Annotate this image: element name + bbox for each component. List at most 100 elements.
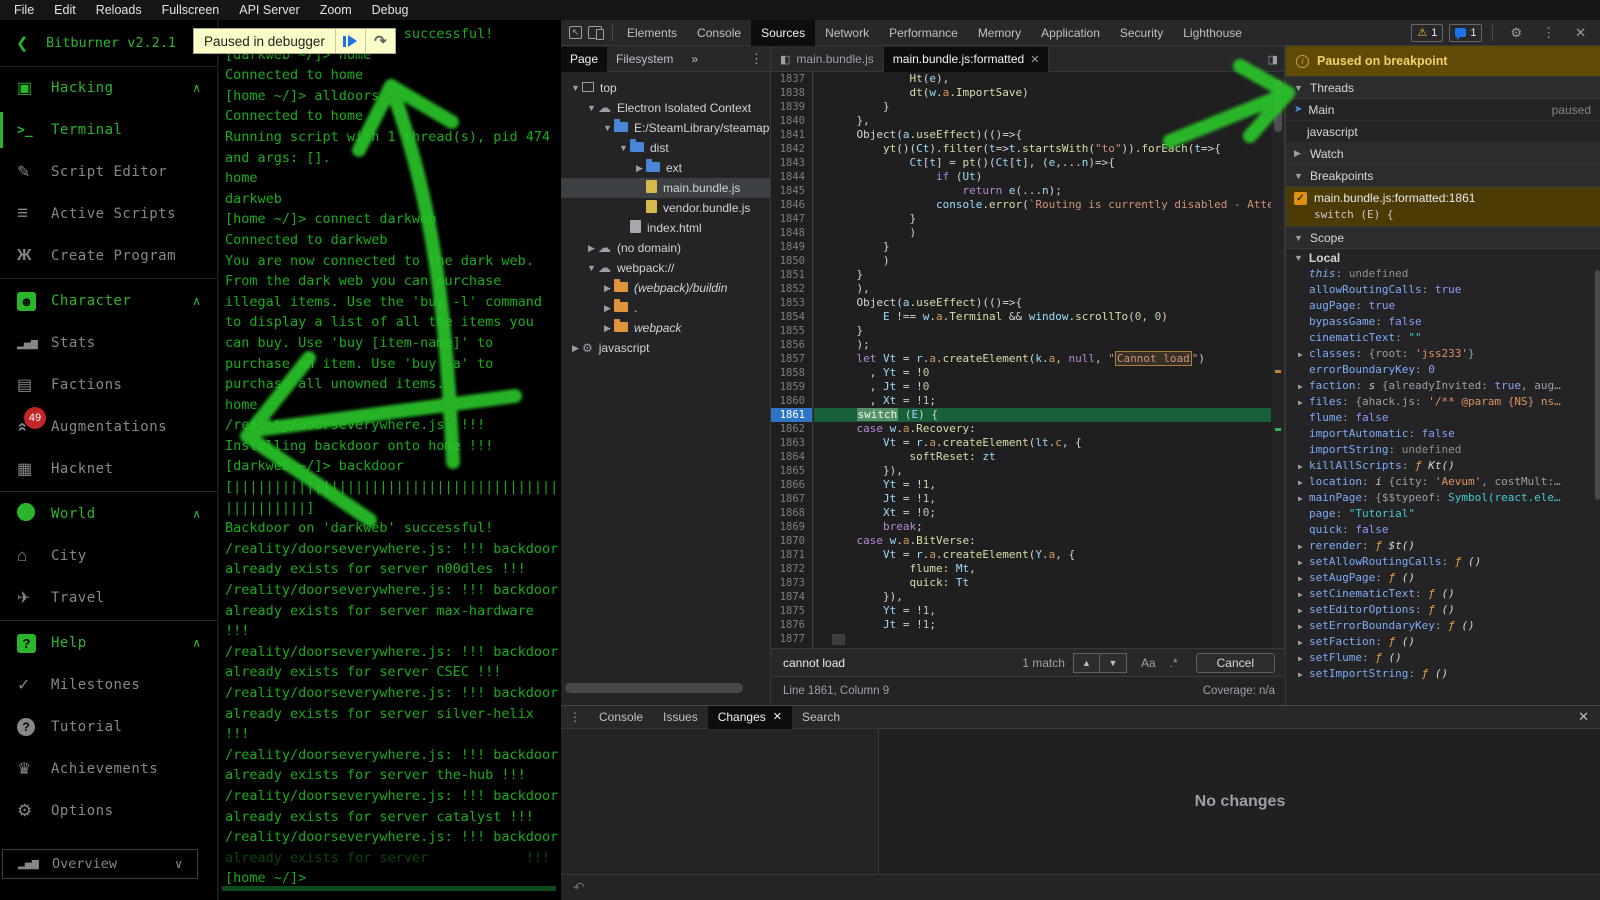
expander-closed-icon[interactable]: ▶ xyxy=(569,343,582,354)
expander-closed-icon[interactable]: ▶ xyxy=(1298,587,1309,602)
breakpoints-section-header[interactable]: ▼ Breakpoints xyxy=(1286,165,1600,187)
regex-toggle[interactable]: .* xyxy=(1170,656,1178,670)
drawer-tab-changes[interactable]: Changes ✕ xyxy=(707,705,792,729)
scope-var-setAugPage[interactable]: ▶ setAugPage: ƒ () xyxy=(1286,570,1600,586)
expander-closed-icon[interactable]: ▶ xyxy=(1298,619,1309,634)
expander-open-icon[interactable]: ▼ xyxy=(585,263,598,273)
devtools-tab-performance[interactable]: Performance xyxy=(879,20,968,46)
sidebar-item-city[interactable]: ⌂ City xyxy=(0,535,217,577)
close-tab-icon[interactable]: ✕ xyxy=(773,706,782,729)
scope-var-augPage[interactable]: augPage: true xyxy=(1286,298,1600,314)
game-terminal[interactable]: Backdoor on 'darkweb' successful! [darkwe… xyxy=(219,20,560,900)
scope-var-setImportString[interactable]: ▶ setImportString: ƒ () xyxy=(1286,666,1600,682)
scope-var-setEditorOptions[interactable]: ▶ setEditorOptions: ƒ () xyxy=(1286,602,1600,618)
scope-section-header[interactable]: ▼ Scope xyxy=(1286,227,1600,249)
scope-var-flume[interactable]: flume: false xyxy=(1286,410,1600,426)
sidebar-item-stats[interactable]: ▂▅▇ Stats xyxy=(0,322,217,364)
expander-open-icon[interactable]: ▼ xyxy=(601,123,614,133)
sidebar-item-achievements[interactable]: ♛ Achievements xyxy=(0,748,217,790)
scope-var-files[interactable]: ▶ files: {ahack.js: '/** @param {NS} ns… xyxy=(1286,394,1600,410)
tree-item-electron-isolated-context[interactable]: ▼ ☁ Electron Isolated Context xyxy=(561,98,770,118)
expander-open-icon[interactable]: ▼ xyxy=(585,103,598,113)
revert-changes-icon[interactable]: ↶ xyxy=(561,879,585,896)
line-number[interactable]: 1857 xyxy=(771,352,812,366)
chevron-up-icon[interactable]: ∧ xyxy=(192,507,201,521)
line-number[interactable]: 1851 xyxy=(771,268,812,282)
scope-var-quick[interactable]: quick: false xyxy=(1286,522,1600,538)
line-number[interactable]: 1860 xyxy=(771,394,812,408)
navigator-horizontal-scrollbar[interactable] xyxy=(565,683,743,693)
tree-item-javascript[interactable]: ▶ ⚙ javascript xyxy=(561,338,770,358)
line-number[interactable]: 1847 xyxy=(771,212,812,226)
expander-closed-icon[interactable]: ▶ xyxy=(1298,539,1309,554)
expander-closed-icon[interactable]: ▶ xyxy=(601,283,614,294)
sidebar-item-terminal[interactable]: >_ Terminal xyxy=(0,109,217,151)
expander-closed-icon[interactable]: ▶ xyxy=(633,163,646,174)
line-number[interactable]: 1839 xyxy=(771,100,812,114)
terminal-input-underline[interactable] xyxy=(222,886,556,891)
tree-item--webpack-buildin[interactable]: ▶ (webpack)/buildin xyxy=(561,278,770,298)
devtools-tab-security[interactable]: Security xyxy=(1110,20,1173,46)
scrollbar-thumb[interactable] xyxy=(1274,80,1282,132)
line-number[interactable]: 1842 xyxy=(771,142,812,156)
line-number[interactable]: 1837 xyxy=(771,72,812,86)
tree-item--no-domain-[interactable]: ▶ ☁ (no domain) xyxy=(561,238,770,258)
breakpoint-entry[interactable]: ✓ main.bundle.js:formatted:1861 switch (… xyxy=(1286,187,1600,227)
line-number[interactable]: 1864 xyxy=(771,450,812,464)
tree-item-ext[interactable]: ▶ ext xyxy=(561,158,770,178)
line-number[interactable]: 1865 xyxy=(771,464,812,478)
devtools-tab-network[interactable]: Network xyxy=(815,20,879,46)
thread-main-row[interactable]: ➤ Main paused xyxy=(1286,99,1600,121)
threads-section-header[interactable]: ▼ Threads xyxy=(1286,77,1600,99)
tree-item-dist[interactable]: ▼ dist xyxy=(561,138,770,158)
devtools-tab-memory[interactable]: Memory xyxy=(968,20,1031,46)
menu-api-server[interactable]: API Server xyxy=(229,0,309,20)
expander-closed-icon[interactable]: ▶ xyxy=(1298,491,1309,506)
scope-var-this[interactable]: this: undefined xyxy=(1286,266,1600,282)
expander-open-icon[interactable]: ▼ xyxy=(569,83,582,93)
menu-zoom[interactable]: Zoom xyxy=(310,0,362,20)
overlay-step-over-button[interactable]: ↷ xyxy=(364,29,395,53)
line-number[interactable]: 1868 xyxy=(771,506,812,520)
overview-toggle[interactable]: ▂▅▇ Overview ∨ xyxy=(2,849,198,879)
sidebar-item-milestones[interactable]: ✓ Milestones xyxy=(0,664,217,706)
sidebar-item-active-scripts[interactable]: ≡ Active Scripts xyxy=(0,193,217,235)
more-tabs-icon[interactable]: » xyxy=(682,47,707,72)
line-number[interactable]: 1854 xyxy=(771,310,812,324)
scope-var-allowRoutingCalls[interactable]: allowRoutingCalls: true xyxy=(1286,282,1600,298)
line-number[interactable]: 1877 xyxy=(771,632,812,646)
close-devtools-icon[interactable]: ✕ xyxy=(1568,25,1593,41)
sidebar-item-create-program[interactable]: Ж Create Program xyxy=(0,235,217,277)
tree-item-e-steamlibrary-steamapps[interactable]: ▼ E:/SteamLibrary/steamapps xyxy=(561,118,770,138)
navigator-kebab-icon[interactable]: ⋮ xyxy=(743,51,770,67)
line-number[interactable]: 1844 xyxy=(771,170,812,184)
tab-filesystem[interactable]: Filesystem xyxy=(607,47,682,72)
search-input[interactable]: cannot load xyxy=(771,656,1022,670)
search-next-button[interactable]: ▼ xyxy=(1099,652,1127,673)
kebab-menu-icon[interactable]: ⋮ xyxy=(1535,25,1562,41)
menu-fullscreen[interactable]: Fullscreen xyxy=(152,0,230,20)
expander-closed-icon[interactable]: ▶ xyxy=(1298,475,1309,490)
scope-scrollbar[interactable] xyxy=(1595,270,1600,500)
line-number[interactable]: 1872 xyxy=(771,562,812,576)
line-number[interactable]: 1859 xyxy=(771,380,812,394)
menu-file[interactable]: File xyxy=(4,0,44,20)
expander-closed-icon[interactable]: ▶ xyxy=(1298,395,1309,410)
drawer-tab-issues[interactable]: Issues xyxy=(653,706,708,729)
warnings-badge[interactable]: ⚠ 1 xyxy=(1411,23,1444,42)
expander-open-icon[interactable]: ▼ xyxy=(617,143,630,153)
breakpoint-checkbox[interactable]: ✓ xyxy=(1294,191,1307,205)
thread-javascript-row[interactable]: javascript xyxy=(1286,121,1600,143)
line-number[interactable]: 1838 xyxy=(771,86,812,100)
expander-closed-icon[interactable]: ▶ xyxy=(1298,603,1309,618)
line-number[interactable]: 1848 xyxy=(771,226,812,240)
expander-closed-icon[interactable]: ▶ xyxy=(1298,651,1309,666)
scope-var-location[interactable]: ▶ location: i {city: 'Aevum', costMult:… xyxy=(1286,474,1600,490)
scope-var-setFlume[interactable]: ▶ setFlume: ƒ () xyxy=(1286,650,1600,666)
device-toolbar-icon[interactable] xyxy=(588,26,604,40)
tab-main-bundle[interactable]: ◧ main.bundle.js xyxy=(771,46,884,72)
editor-vertical-scrollbar[interactable] xyxy=(1271,72,1285,648)
sidebar-item-help[interactable]: ? Help ∧ xyxy=(0,622,217,664)
code-editor[interactable]: Ht(e), dt(w.a.ImportSave) } }, Object(a.… xyxy=(814,72,1271,648)
line-number[interactable]: 1841 xyxy=(771,128,812,142)
